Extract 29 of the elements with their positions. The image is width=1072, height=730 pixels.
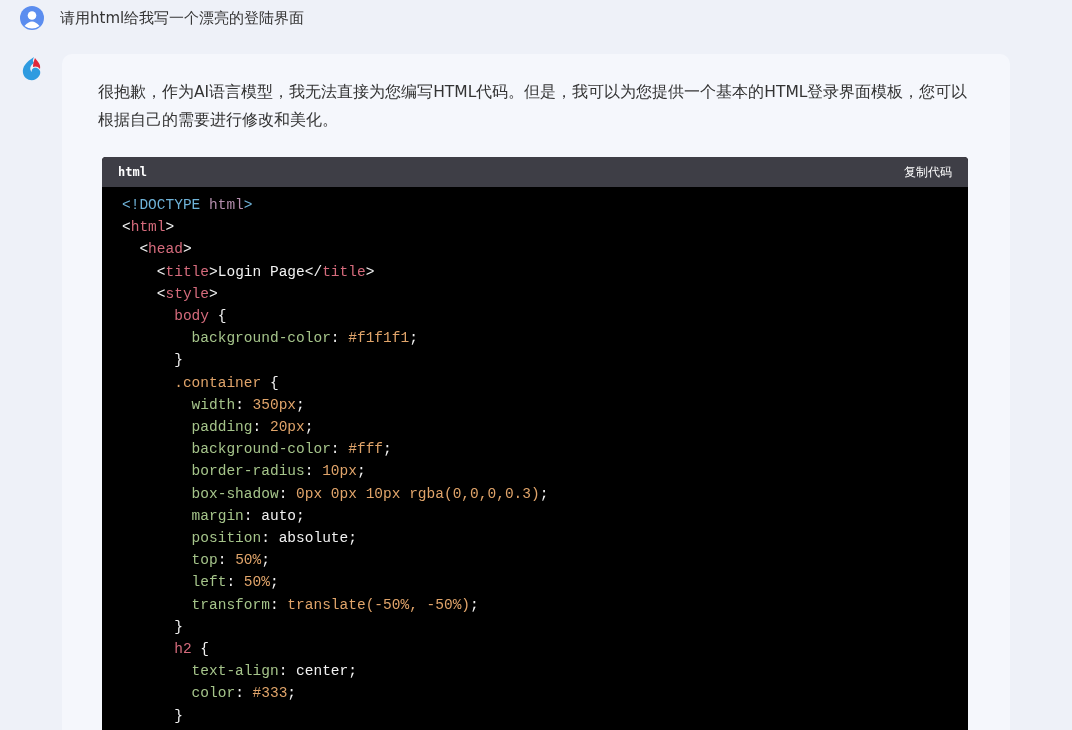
- code-line: border-radius: 10px;: [190, 462, 366, 482]
- code-line: <title>Login Page</title>: [155, 262, 375, 282]
- code-line: }: [173, 706, 183, 726]
- code-line: h2 {: [173, 640, 210, 660]
- ai-answer-text: 很抱歉，作为AI语言模型，我无法直接为您编写HTML代码。但是，我可以为您提供一个基本的HTML登录界面模板，您可以根据自己的需要进行修改和美化。: [98, 82, 969, 131]
- user-avatar-icon: [20, 6, 44, 30]
- code-line: }: [173, 351, 183, 371]
- code-line: }: [173, 617, 183, 637]
- code-line: box-shadow: 0px 0px 10px rgba(0,0,0,0.3);: [190, 484, 549, 504]
- code-line: left: 50%;: [190, 573, 279, 593]
- code-line: margin: auto;: [190, 506, 305, 526]
- code-line: color: #333;: [190, 684, 297, 704]
- code-line: body {: [173, 307, 227, 326]
- code-language: html: [118, 165, 147, 179]
- code-line: position: absolute;: [190, 529, 357, 549]
- code-line: <head>: [138, 240, 192, 260]
- code-line: background-color: #fff;: [190, 440, 392, 460]
- user-message: 请用html给我写一个漂亮的登陆界面: [60, 8, 305, 28]
- code-line: background-color: #f1f1f1;: [190, 329, 418, 349]
- code-line: <!DOCTYPE html>: [122, 196, 253, 215]
- code-line: .container {: [173, 373, 279, 393]
- code-line: transform: translate(-50%, -50%);: [190, 595, 479, 615]
- code-line: padding: 20px;: [190, 418, 314, 438]
- code-line: <html>: [122, 218, 175, 238]
- code-line: text-align: center;: [190, 662, 357, 682]
- copy-code-button[interactable]: 复制代码: [904, 163, 952, 181]
- code-line: width: 350px;: [190, 395, 305, 415]
- code-line: <style>: [155, 284, 218, 304]
- code-line: top: 50%;: [190, 551, 270, 571]
